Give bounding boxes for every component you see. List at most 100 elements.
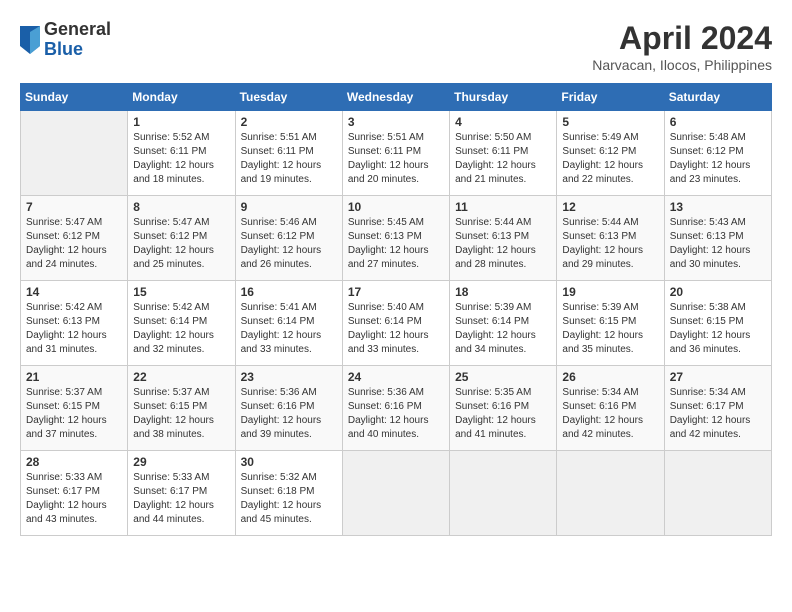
day-number: 20 [670,285,766,299]
day-number: 22 [133,370,229,384]
calendar-cell: 18Sunrise: 5:39 AMSunset: 6:14 PMDayligh… [450,281,557,366]
calendar-cell: 2Sunrise: 5:51 AMSunset: 6:11 PMDaylight… [235,111,342,196]
calendar-cell: 19Sunrise: 5:39 AMSunset: 6:15 PMDayligh… [557,281,664,366]
calendar-cell [557,451,664,536]
calendar-cell: 5Sunrise: 5:49 AMSunset: 6:12 PMDaylight… [557,111,664,196]
day-info: Sunrise: 5:51 AMSunset: 6:11 PMDaylight:… [348,131,444,187]
day-info: Sunrise: 5:44 AMSunset: 6:13 PMDaylight:… [562,216,658,272]
title-area: April 2024 Narvacan, Ilocos, Philippines [592,20,772,73]
calendar-cell: 13 Sunrise: 5:43 AMSunset: 6:13 PMDayligh… [664,196,771,281]
calendar-cell: 20Sunrise: 5:38 AMSunset: 6:15 PMDayligh… [664,281,771,366]
day-number: 4 [455,115,551,129]
calendar-cell: 15Sunrise: 5:42 AMSunset: 6:14 PMDayligh… [128,281,235,366]
day-info: Sunrise: 5:42 AMSunset: 6:13 PMDaylight:… [26,301,122,357]
day-number: 9 [241,200,337,214]
day-number: 14 [26,285,122,299]
day-info: Sunrise: 5:33 AMSunset: 6:17 PMDaylight:… [26,471,122,527]
day-info: Sunrise: 5:32 AMSunset: 6:18 PMDaylight:… [241,471,337,527]
calendar-cell: 28 Sunrise: 5:33 AMSunset: 6:17 PMDayligh… [21,451,128,536]
day-info: Sunrise: 5:36 AMSunset: 6:16 PMDaylight:… [348,386,444,442]
calendar-cell: 16Sunrise: 5:41 AMSunset: 6:14 PMDayligh… [235,281,342,366]
day-info: Sunrise: 5:35 AMSunset: 6:16 PMDaylight:… [455,386,551,442]
day-info: Sunrise: 5:48 AMSunset: 6:12 PMDaylight:… [670,131,766,187]
day-info: Sunrise: 5:39 AMSunset: 6:14 PMDaylight:… [455,301,551,357]
location: Narvacan, Ilocos, Philippines [592,57,772,73]
page-header: General Blue April 2024 Narvacan, Ilocos… [20,20,772,73]
weekday-header-sunday: Sunday [21,84,128,111]
day-number: 17 [348,285,444,299]
day-info: Sunrise: 5:47 AMSunset: 6:12 PMDaylight:… [26,216,122,272]
calendar-week-row: 28 Sunrise: 5:33 AMSunset: 6:17 PMDayligh… [21,451,772,536]
calendar-cell: 30 Sunrise: 5:32 AMSunset: 6:18 PMDayligh… [235,451,342,536]
calendar-cell [21,111,128,196]
calendar-cell [664,451,771,536]
day-info: Sunrise: 5:33 AMSunset: 6:17 PMDaylight:… [133,471,229,527]
calendar-cell: 3 Sunrise: 5:51 AMSunset: 6:11 PMDaylight… [342,111,449,196]
day-info: Sunrise: 5:46 AMSunset: 6:12 PMDaylight:… [241,216,337,272]
calendar-cell: 12 Sunrise: 5:44 AMSunset: 6:13 PMDayligh… [557,196,664,281]
weekday-header-wednesday: Wednesday [342,84,449,111]
calendar-cell: 10Sunrise: 5:45 AMSunset: 6:13 PMDayligh… [342,196,449,281]
calendar-cell: 23Sunrise: 5:36 AMSunset: 6:16 PMDayligh… [235,366,342,451]
weekday-header-monday: Monday [128,84,235,111]
day-number: 19 [562,285,658,299]
logo: General Blue [20,20,111,60]
day-number: 6 [670,115,766,129]
day-number: 3 [348,115,444,129]
day-info: Sunrise: 5:47 AMSunset: 6:12 PMDaylight:… [133,216,229,272]
day-number: 11 [455,200,551,214]
calendar-cell: 26Sunrise: 5:34 AMSunset: 6:16 PMDayligh… [557,366,664,451]
day-number: 27 [670,370,766,384]
day-number: 13 [670,200,766,214]
calendar-cell: 8 Sunrise: 5:47 AMSunset: 6:12 PMDaylight… [128,196,235,281]
day-number: 25 [455,370,551,384]
day-number: 21 [26,370,122,384]
day-number: 7 [26,200,122,214]
day-info: Sunrise: 5:44 AMSunset: 6:13 PMDaylight:… [455,216,551,272]
day-info: Sunrise: 5:52 AMSunset: 6:11 PMDaylight:… [133,131,229,187]
day-number: 1 [133,115,229,129]
weekday-header-saturday: Saturday [664,84,771,111]
day-number: 12 [562,200,658,214]
day-info: Sunrise: 5:40 AMSunset: 6:14 PMDaylight:… [348,301,444,357]
day-info: Sunrise: 5:37 AMSunset: 6:15 PMDaylight:… [133,386,229,442]
logo-general-text: General [44,20,111,40]
day-number: 28 [26,455,122,469]
calendar-cell: 6 Sunrise: 5:48 AMSunset: 6:12 PMDaylight… [664,111,771,196]
calendar-cell: 17 Sunrise: 5:40 AMSunset: 6:14 PMDayligh… [342,281,449,366]
day-info: Sunrise: 5:37 AMSunset: 6:15 PMDaylight:… [26,386,122,442]
calendar-cell: 4 Sunrise: 5:50 AMSunset: 6:11 PMDaylight… [450,111,557,196]
day-info: Sunrise: 5:42 AMSunset: 6:14 PMDaylight:… [133,301,229,357]
calendar-cell: 27 Sunrise: 5:34 AMSunset: 6:17 PMDayligh… [664,366,771,451]
day-number: 8 [133,200,229,214]
day-info: Sunrise: 5:34 AMSunset: 6:17 PMDaylight:… [670,386,766,442]
day-info: Sunrise: 5:51 AMSunset: 6:11 PMDaylight:… [241,131,337,187]
calendar-cell: 21 Sunrise: 5:37 AMSunset: 6:15 PMDayligh… [21,366,128,451]
calendar-cell [450,451,557,536]
day-number: 10 [348,200,444,214]
day-info: Sunrise: 5:43 AMSunset: 6:13 PMDaylight:… [670,216,766,272]
calendar-week-row: 7 Sunrise: 5:47 AMSunset: 6:12 PMDaylight… [21,196,772,281]
calendar-cell: 25 Sunrise: 5:35 AMSunset: 6:16 PMDayligh… [450,366,557,451]
calendar-table: SundayMondayTuesdayWednesdayThursdayFrid… [20,83,772,536]
calendar-cell: 7 Sunrise: 5:47 AMSunset: 6:12 PMDaylight… [21,196,128,281]
day-number: 5 [562,115,658,129]
weekday-header-tuesday: Tuesday [235,84,342,111]
calendar-cell: 1 Sunrise: 5:52 AMSunset: 6:11 PMDaylight… [128,111,235,196]
calendar-week-row: 14 Sunrise: 5:42 AMSunset: 6:13 PMDayligh… [21,281,772,366]
day-number: 26 [562,370,658,384]
day-number: 16 [241,285,337,299]
day-number: 24 [348,370,444,384]
calendar-cell: 9 Sunrise: 5:46 AMSunset: 6:12 PMDaylight… [235,196,342,281]
day-info: Sunrise: 5:50 AMSunset: 6:11 PMDaylight:… [455,131,551,187]
day-number: 23 [241,370,337,384]
day-number: 30 [241,455,337,469]
weekday-header-thursday: Thursday [450,84,557,111]
calendar-cell: 29Sunrise: 5:33 AMSunset: 6:17 PMDayligh… [128,451,235,536]
calendar-week-row: 21 Sunrise: 5:37 AMSunset: 6:15 PMDayligh… [21,366,772,451]
calendar-cell: 22 Sunrise: 5:37 AMSunset: 6:15 PMDayligh… [128,366,235,451]
logo-blue-text: Blue [44,40,111,60]
calendar-cell: 11 Sunrise: 5:44 AMSunset: 6:13 PMDayligh… [450,196,557,281]
month-title: April 2024 [592,20,772,57]
calendar-cell: 14 Sunrise: 5:42 AMSunset: 6:13 PMDayligh… [21,281,128,366]
